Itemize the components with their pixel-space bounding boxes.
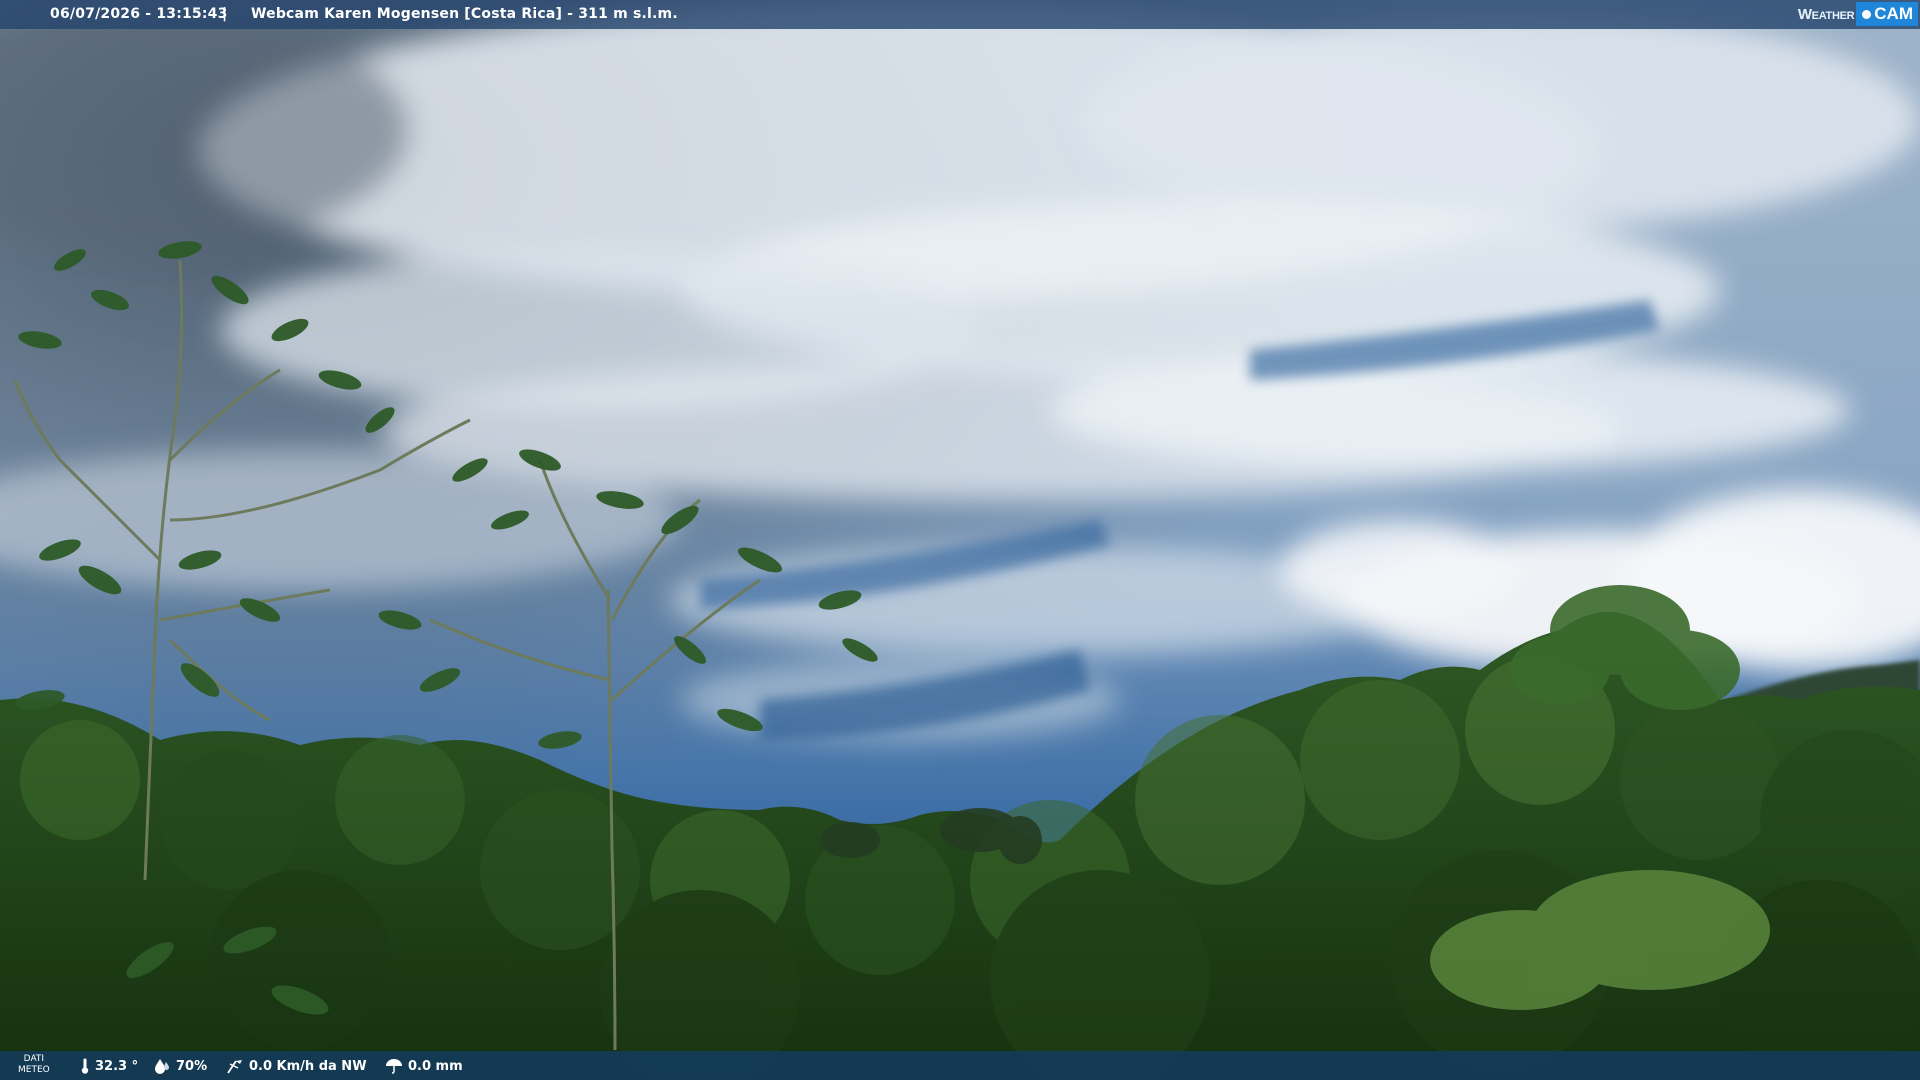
wind-value: 0.0 Km/h da NW bbox=[249, 1058, 367, 1074]
temperature-value: 32.3 ° bbox=[95, 1058, 139, 1074]
logo-cam-text: CAM bbox=[1874, 4, 1913, 23]
weathercam-logo: Weather CAM bbox=[1798, 2, 1918, 26]
webcam-image bbox=[0, 0, 1920, 1080]
weather-data-label-line1: DATI bbox=[23, 1054, 45, 1064]
webcam-frame: 06/07/2026 - 13:15:43 | Webcam Karen Mog… bbox=[0, 0, 1920, 1080]
logo-weather-text: Weather bbox=[1797, 5, 1855, 23]
weather-data-label: DATI METEO bbox=[18, 1054, 50, 1076]
logo-cam-box: CAM bbox=[1856, 2, 1918, 26]
timestamp: 06/07/2026 - 13:15:43 bbox=[50, 6, 228, 22]
top-info-bar: 06/07/2026 - 13:15:43 | Webcam Karen Mog… bbox=[0, 0, 1920, 29]
rain-umbrella-icon bbox=[386, 1059, 402, 1074]
logo-dot-icon bbox=[1862, 9, 1872, 19]
humidity-reading: 70% bbox=[153, 1058, 207, 1074]
thermometer-icon bbox=[81, 1058, 89, 1074]
weather-data-bar: DATI METEO 32.3 ° 70% 0.0 Km/h da NW 0.0… bbox=[0, 1051, 1920, 1080]
humidity-drop-icon bbox=[155, 1059, 169, 1074]
weather-data-label-line2: METEO bbox=[18, 1065, 50, 1075]
humidity-value: 70% bbox=[176, 1058, 208, 1074]
temperature-reading: 32.3 ° bbox=[80, 1058, 138, 1074]
wind-icon bbox=[227, 1060, 242, 1074]
rain-reading: 0.0 mm bbox=[385, 1058, 463, 1074]
webcam-title: Webcam Karen Mogensen [Costa Rica] - 311… bbox=[251, 6, 678, 22]
rain-value: 0.0 mm bbox=[408, 1058, 463, 1074]
wind-reading: 0.0 Km/h da NW bbox=[226, 1058, 367, 1074]
title-separator: | bbox=[222, 6, 228, 22]
